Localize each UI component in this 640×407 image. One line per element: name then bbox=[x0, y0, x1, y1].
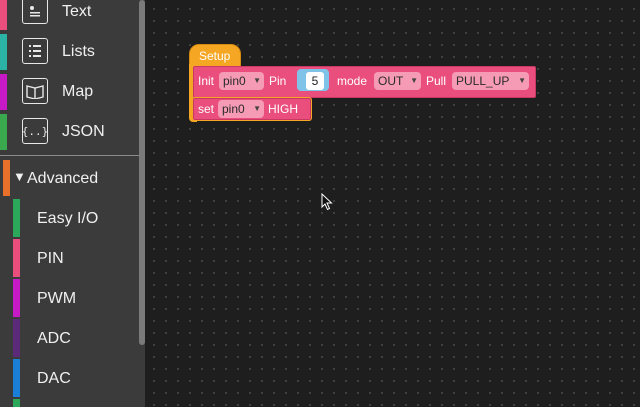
setup-label: Setup bbox=[199, 49, 231, 63]
dropdown-arrow-icon: ▼ bbox=[253, 76, 261, 85]
set-pin-dropdown[interactable]: pin0 ▼ bbox=[218, 100, 264, 118]
category-color-strip bbox=[0, 74, 7, 110]
category-color-strip bbox=[13, 239, 20, 277]
pull-dropdown-value: PULL_UP bbox=[456, 74, 510, 88]
category-dac[interactable]: DAC bbox=[0, 359, 138, 399]
category-text-label: Text bbox=[62, 3, 92, 20]
init-label: Init bbox=[198, 74, 215, 88]
list-icon bbox=[22, 38, 48, 64]
category-pwm[interactable]: PWM bbox=[0, 279, 138, 319]
category-adc-label: ADC bbox=[37, 330, 71, 347]
category-color-strip bbox=[0, 0, 7, 30]
init-pin-dropdown-value: pin0 bbox=[223, 74, 246, 88]
category-map[interactable]: Map bbox=[0, 74, 138, 114]
pin-label: Pin bbox=[269, 74, 287, 88]
set-pin-dropdown-value: pin0 bbox=[222, 102, 245, 116]
pull-dropdown[interactable]: PULL_UP ▼ bbox=[452, 72, 529, 90]
mode-dropdown[interactable]: OUT ▼ bbox=[374, 72, 421, 90]
category-json-label: JSON bbox=[62, 123, 105, 140]
pin-number-input[interactable]: 5 bbox=[306, 72, 324, 90]
mode-dropdown-value: OUT bbox=[378, 74, 404, 88]
category-color-strip bbox=[0, 34, 7, 70]
init-pin-dropdown[interactable]: pin0 ▼ bbox=[219, 72, 264, 90]
category-map-label: Map bbox=[62, 83, 94, 100]
category-advanced[interactable]: ▼ Advanced bbox=[0, 160, 138, 196]
category-color-strip bbox=[3, 160, 10, 196]
expand-triangle-icon: ▼ bbox=[13, 169, 26, 184]
pull-label: Pull bbox=[426, 74, 447, 88]
dropdown-arrow-icon: ▼ bbox=[518, 76, 526, 85]
category-pwm-label: PWM bbox=[37, 290, 77, 307]
category-adc[interactable]: ADC bbox=[0, 319, 138, 359]
json-braces-icon: {..} bbox=[22, 118, 48, 144]
category-easy-io-label: Easy I/O bbox=[37, 210, 99, 227]
category-advanced-label: Advanced bbox=[27, 170, 99, 187]
category-text[interactable]: Text bbox=[0, 0, 138, 34]
category-easy-io[interactable]: Easy I/O bbox=[0, 199, 138, 239]
category-color-strip bbox=[13, 359, 20, 397]
dropdown-arrow-icon: ▼ bbox=[410, 76, 418, 85]
mouse-pointer-icon bbox=[321, 193, 333, 211]
dropdown-arrow-icon: ▼ bbox=[253, 104, 261, 113]
text-document-icon bbox=[22, 0, 48, 24]
sidebar-divider bbox=[0, 155, 139, 156]
high-value-label: HIGH bbox=[268, 102, 298, 116]
category-lists-label: Lists bbox=[62, 43, 95, 60]
mode-label: mode bbox=[337, 74, 368, 88]
category-color-strip bbox=[13, 199, 20, 237]
category-dac-label: DAC bbox=[37, 370, 71, 387]
map-book-icon bbox=[22, 78, 48, 104]
toolbox-sidebar: Text Lists Map {..} JSON ▼ Advanced Easy… bbox=[0, 0, 145, 407]
category-pin[interactable]: PIN bbox=[0, 239, 138, 279]
category-lists[interactable]: Lists bbox=[0, 34, 138, 74]
category-color-strip bbox=[13, 319, 20, 357]
category-color-strip bbox=[13, 399, 20, 407]
category-color-strip bbox=[0, 114, 7, 150]
set-label: set bbox=[198, 102, 215, 116]
category-json[interactable]: {..} JSON bbox=[0, 114, 138, 154]
category-pin-label: PIN bbox=[37, 250, 64, 267]
category-color-strip bbox=[13, 279, 20, 317]
